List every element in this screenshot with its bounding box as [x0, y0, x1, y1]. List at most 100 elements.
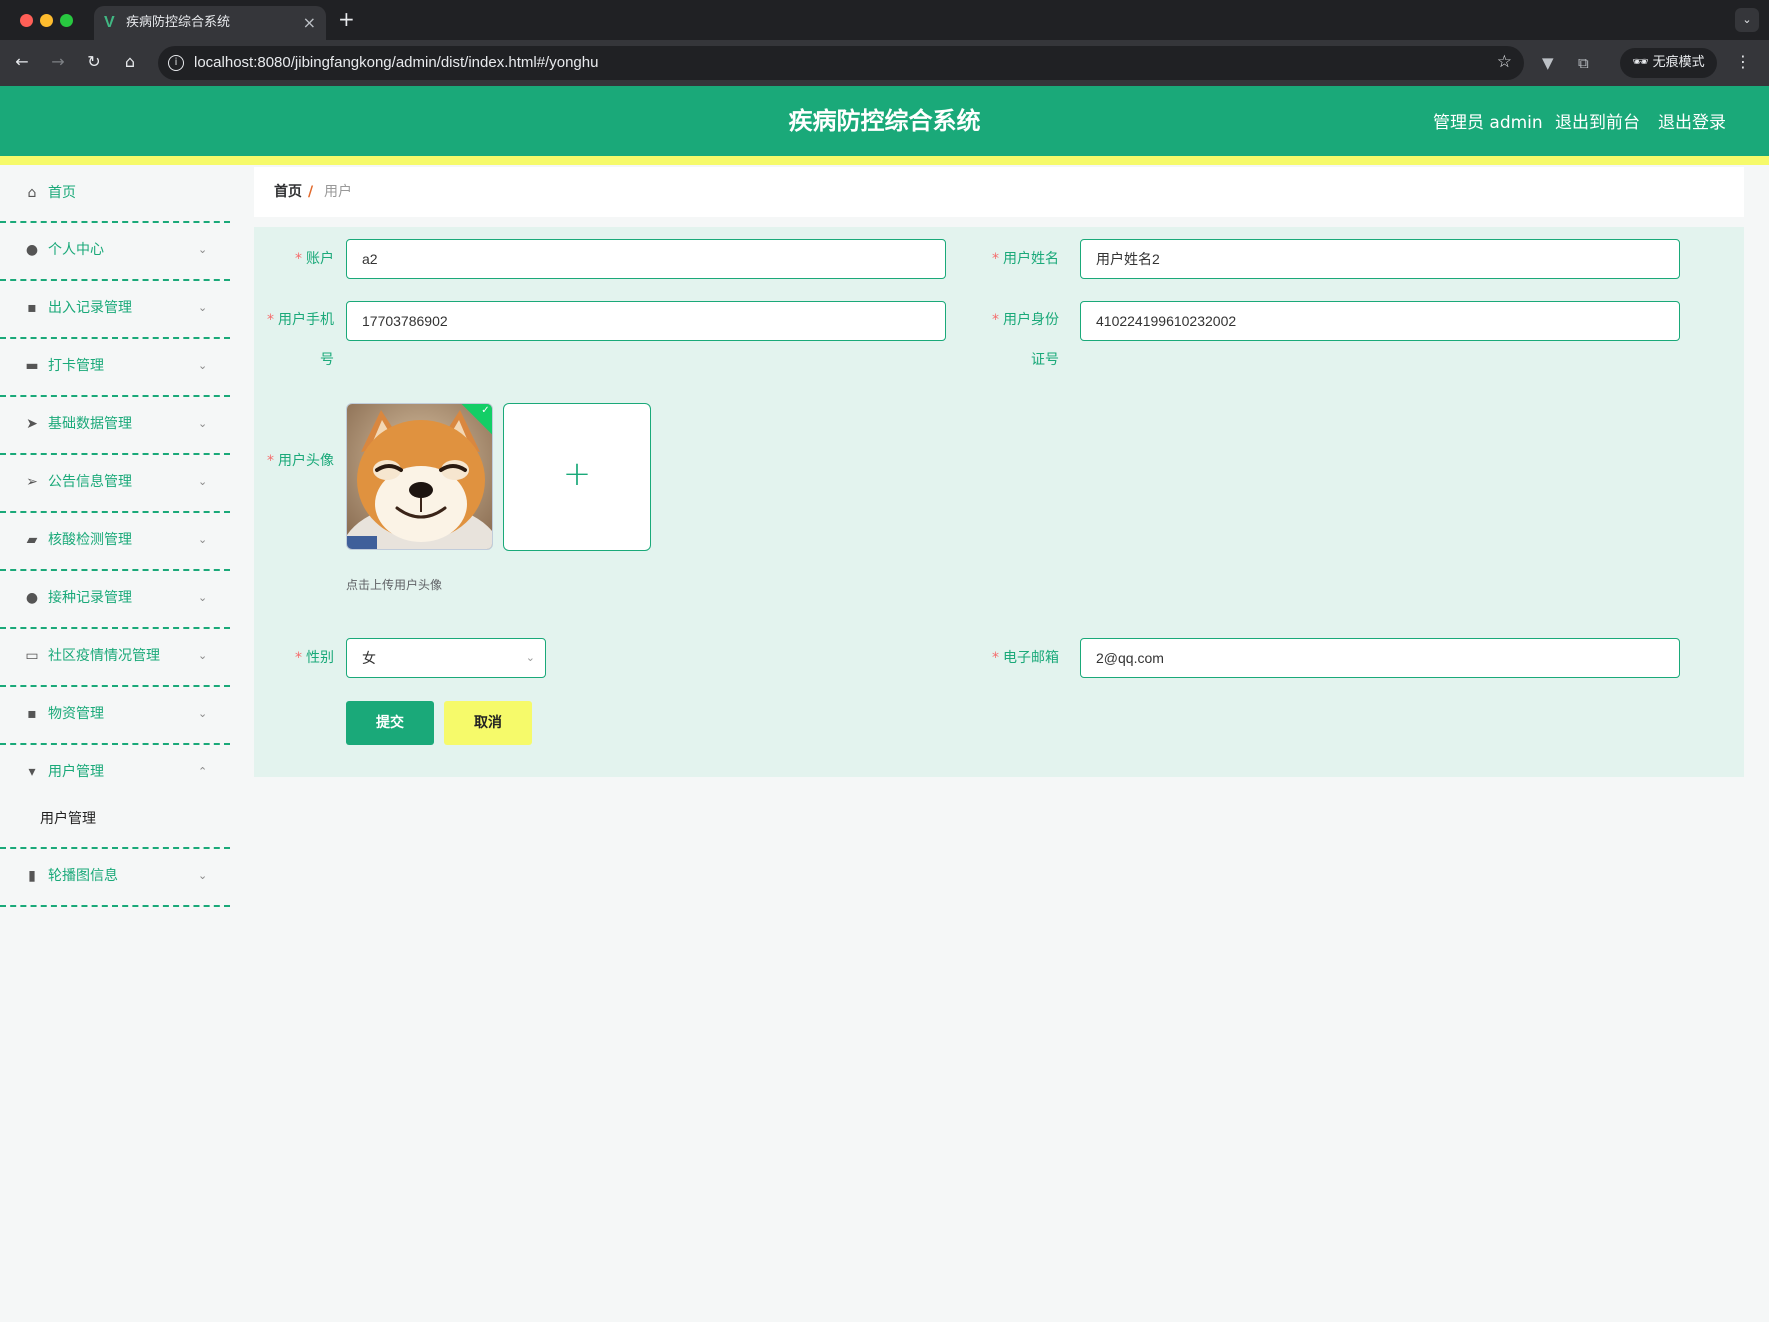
chart-icon: ▮	[28, 868, 36, 884]
address-bar[interactable]: i localhost:8080/jibingfangkong/admin/di…	[158, 46, 1524, 80]
printer-icon: ▪	[27, 300, 37, 316]
gender-label: * 性别	[295, 650, 334, 666]
briefcase-icon: ▰	[26, 532, 38, 548]
gender-select[interactable]: 女 ⌄	[346, 638, 546, 678]
sidebar-item-basic-data[interactable]: ➤ 基础数据管理 ⌄	[0, 397, 230, 455]
back-arrow-icon[interactable]: ←	[12, 52, 32, 72]
sidebar-item-label: 社区疫情情况管理	[48, 648, 160, 664]
browser-tab[interactable]: V 疾病防控综合系统 ×	[94, 6, 326, 40]
account-input[interactable]: a2	[346, 239, 946, 279]
email-label: * 电子邮箱	[992, 650, 1059, 666]
chevron-down-icon: ⌄	[198, 707, 208, 720]
sidebar-item-label: 首页	[48, 185, 76, 201]
back-to-front-link[interactable]: 退出到前台	[1555, 112, 1640, 134]
breadcrumb-separator: /	[308, 184, 314, 200]
sidebar-item-vaccination[interactable]: ● 接种记录管理 ⌄	[0, 571, 230, 629]
forward-arrow-icon[interactable]: →	[48, 52, 68, 72]
chevron-down-icon: ⌄	[198, 359, 208, 372]
tab-search-icon[interactable]: ⌄	[1735, 8, 1759, 32]
sidebar-item-label: 基础数据管理	[48, 416, 132, 432]
sidebar-item-community-epidemic[interactable]: ▭ 社区疫情情况管理 ⌄	[0, 629, 230, 687]
sidebar-item-label: 核酸检测管理	[48, 532, 132, 548]
reload-icon[interactable]: ↻	[84, 52, 104, 72]
submenu-item-user-management[interactable]: 用户管理	[0, 796, 230, 842]
incognito-icon: 🕶	[1632, 55, 1649, 70]
tab-title: 疾病防控综合系统	[126, 15, 231, 30]
chevron-up-icon: ⌃	[198, 765, 208, 778]
new-tab-icon[interactable]: +	[338, 8, 355, 30]
sidebar-item-label: 用户管理	[48, 764, 104, 780]
submit-button[interactable]: 提交	[346, 701, 434, 745]
account-label: * 账户	[295, 251, 334, 267]
chat-icon: ▭	[25, 648, 39, 664]
stamp-icon: ▾	[28, 764, 36, 780]
sidebar-item-nucleic-test[interactable]: ▰ 核酸检测管理 ⌄	[0, 513, 230, 571]
more-menu-icon[interactable]: ⋮	[1735, 51, 1751, 73]
bookmark-star-icon[interactable]: ☆	[1497, 52, 1512, 72]
incognito-badge[interactable]: 🕶 无痕模式	[1620, 48, 1717, 78]
sidebar-item-profile[interactable]: ● 个人中心 ⌄	[0, 223, 230, 281]
sidebar-item-label: 接种记录管理	[48, 590, 132, 606]
idcard-input[interactable]: 410224199610232002	[1080, 301, 1680, 341]
sidebar-item-label: 轮播图信息	[48, 868, 118, 884]
site-info-icon[interactable]: i	[168, 55, 184, 71]
message-icon: ▪	[27, 706, 37, 722]
sidebar-item-label: 物资管理	[48, 706, 104, 722]
avatar-upload-button[interactable]: +	[503, 403, 651, 551]
user-icon: ●	[25, 242, 39, 258]
sidebar-item-carousel[interactable]: ▮ 轮播图信息 ⌄	[0, 849, 230, 907]
shiba-dog-avatar-image	[347, 404, 492, 549]
browser-toolbar: ← → ↻ ⌂ i localhost:8080/jibingfangkong/…	[0, 40, 1769, 86]
sidebar-item-label: 出入记录管理	[48, 300, 132, 316]
chevron-down-icon: ⌄	[198, 649, 208, 662]
url-text[interactable]: localhost:8080/jibingfangkong/admin/dist…	[194, 54, 598, 72]
browser-tabbar: V 疾病防控综合系统 × + ⌄	[0, 0, 1769, 40]
incognito-label: 无痕模式	[1652, 55, 1705, 70]
chevron-down-icon: ⌄	[198, 243, 208, 256]
main-content: 首页 / 用户 * 账户 a2 * 用户姓名 用户姓名2 * 用户手机 号 17703…	[230, 165, 1769, 1322]
close-window-button[interactable]	[20, 14, 33, 27]
logout-link[interactable]: 退出登录	[1658, 112, 1726, 134]
name-input[interactable]: 用户姓名2	[1080, 239, 1680, 279]
vue-devtools-icon[interactable]: ▼	[1542, 53, 1554, 73]
sidebar-item-label: 个人中心	[48, 242, 104, 258]
home-icon: ⌂	[27, 185, 37, 201]
header-accent-stripe	[0, 156, 1769, 165]
sidebar-item-supplies[interactable]: ▪ 物资管理 ⌄	[0, 687, 230, 745]
maximize-window-button[interactable]	[60, 14, 73, 27]
email-input[interactable]: 2@qq.com	[1080, 638, 1680, 678]
phone-input[interactable]: 17703786902	[346, 301, 946, 341]
minimize-window-button[interactable]	[40, 14, 53, 27]
avatar-upload-tip: 点击上传用户头像	[346, 578, 443, 592]
sidebar-item-user-management[interactable]: ▾ 用户管理 ⌃ 用户管理	[0, 745, 230, 849]
sidebar: ⌂ 首页 ● 个人中心 ⌄ ▪ 出入记录管理 ⌄ ▬ 打卡管理 ⌄ ➤ 基础数据…	[0, 165, 230, 1322]
sidebar-item-home[interactable]: ⌂ 首页	[0, 165, 230, 223]
chevron-down-icon: ⌄	[198, 591, 208, 604]
wallet-icon: ▬	[25, 358, 39, 374]
sidebar-item-label: 打卡管理	[48, 358, 104, 374]
close-icon[interactable]: ×	[303, 13, 316, 33]
gender-selected-value: 女	[362, 650, 376, 666]
chevron-down-icon: ⌄	[198, 869, 208, 882]
user-form: * 账户 a2 * 用户姓名 用户姓名2 * 用户手机 号 17703786902 *…	[254, 227, 1744, 777]
sidebar-item-label: 公告信息管理	[48, 474, 132, 490]
submenu-item-label: 用户管理	[40, 811, 96, 827]
breadcrumb: 首页 / 用户	[254, 167, 1744, 217]
chevron-down-icon: ⌄	[525, 651, 535, 664]
avatar-thumbnail[interactable]: ✓	[346, 403, 493, 550]
send-icon: ➤	[26, 416, 38, 432]
position-icon: ➢	[26, 474, 38, 490]
sidebar-item-announcements[interactable]: ➢ 公告信息管理 ⌄	[0, 455, 230, 513]
user-icon: ●	[25, 590, 39, 606]
extensions-icon[interactable]: ⧉	[1578, 53, 1589, 73]
chevron-down-icon: ⌄	[198, 475, 208, 488]
breadcrumb-home[interactable]: 首页	[274, 183, 302, 201]
chevron-down-icon: ⌄	[198, 417, 208, 430]
vue-logo-icon: V	[104, 14, 115, 31]
home-icon[interactable]: ⌂	[120, 52, 140, 72]
cancel-button[interactable]: 取消	[444, 701, 532, 745]
breadcrumb-current: 用户	[324, 184, 352, 200]
sidebar-item-checkin[interactable]: ▬ 打卡管理 ⌄	[0, 339, 230, 397]
sidebar-item-access-records[interactable]: ▪ 出入记录管理 ⌄	[0, 281, 230, 339]
chevron-down-icon: ⌄	[198, 533, 208, 546]
